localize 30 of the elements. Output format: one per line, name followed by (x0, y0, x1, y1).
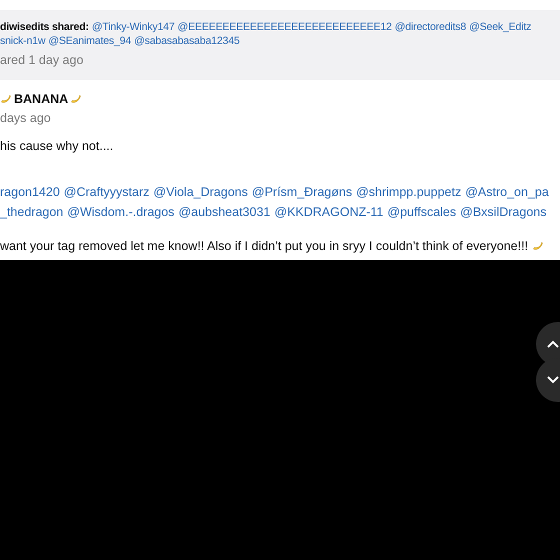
mention-link[interactable]: @Seek_Editz (469, 20, 532, 34)
mention-link[interactable]: @BxsilDragons (460, 205, 546, 219)
mention-link[interactable]: @Tinky-Winky147 (92, 20, 175, 34)
mention-link[interactable]: @EEEEEEEEEEEEEEEEEEEEEEEEEEEE12 (178, 20, 392, 34)
mention-link[interactable]: @Craftyyystarz (64, 185, 150, 199)
banana-icon (532, 240, 544, 252)
mention-link[interactable]: @puffscales (387, 205, 456, 219)
mention-link[interactable]: @Viola_Dragons (153, 185, 248, 199)
mention-link[interactable]: @Wisdom.-.dragos (67, 205, 174, 219)
timestamp: ared 1 day ago (0, 53, 84, 67)
mention-link[interactable]: _thedragon (0, 205, 64, 219)
mention-link[interactable]: @aubsheat3031 (178, 205, 270, 219)
mention-link[interactable]: @directoredits8 (394, 20, 466, 34)
mention-link[interactable]: @Astro_on_pa (465, 185, 549, 199)
mention-link[interactable]: @Prísm_Đragøns (252, 185, 352, 199)
banana-icon (0, 93, 12, 105)
post-text: his cause why not.... (0, 139, 114, 153)
author-name[interactable]: BANANA (14, 92, 68, 106)
mention-link[interactable]: @sabasabasaba12345 (134, 34, 240, 48)
chevron-down-icon (546, 375, 560, 385)
mention-link[interactable]: @KKDRAGONZ-11 (274, 205, 384, 219)
mention-link[interactable]: @shrimpp.puppetz (356, 185, 462, 199)
chevron-up-icon (546, 339, 560, 349)
banana-icon (70, 93, 82, 105)
mention-link[interactable]: ragon1420 (0, 185, 60, 199)
mention-link[interactable]: snick-n1w (0, 34, 46, 48)
mention-link[interactable]: @SEanimates_94 (48, 34, 132, 48)
author-name[interactable]: diwisedits shared: (0, 20, 89, 34)
timestamp: days ago (0, 111, 52, 125)
post-text: want your tag removed let me know!! Also if I didn’t put you in sryy I couldn’t think of everyone!!! (0, 239, 528, 253)
